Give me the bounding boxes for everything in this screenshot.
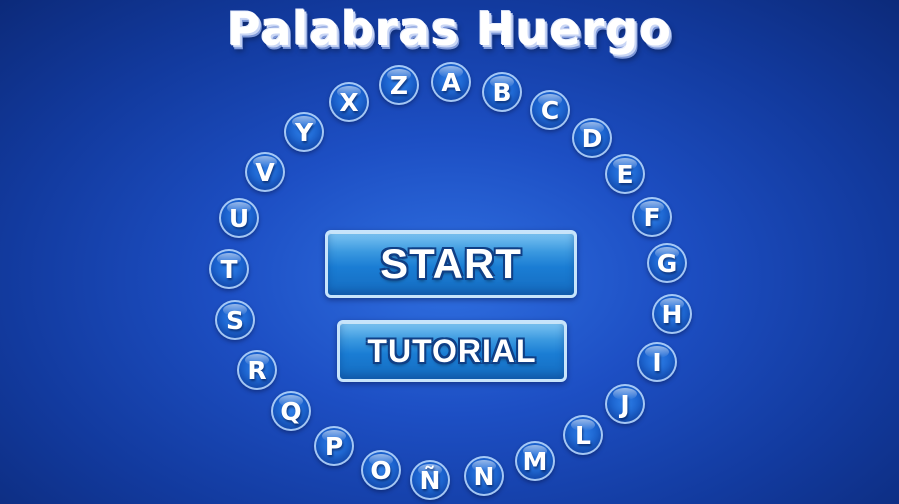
letter-label: P [324, 431, 344, 461]
tutorial-button-label: TUTORIAL [367, 332, 537, 369]
letter-label: N [473, 461, 495, 491]
letter-label: Q [280, 396, 302, 426]
start-button-label: START [380, 240, 522, 287]
letter-bubble-u[interactable]: U [219, 198, 259, 238]
letter-label: L [575, 420, 591, 450]
letter-bubble-a[interactable]: A [431, 62, 471, 102]
tutorial-button[interactable]: TUTORIAL [337, 320, 567, 382]
letter-bubble-r[interactable]: R [237, 350, 277, 390]
letter-label: Ñ [419, 465, 441, 495]
letter-bubble-j[interactable]: J [605, 384, 645, 424]
letter-label: M [522, 446, 548, 476]
letter-label: G [656, 248, 678, 278]
letter-bubble-y[interactable]: Y [284, 112, 324, 152]
letter-label: D [581, 123, 603, 153]
letter-bubble-t[interactable]: T [209, 249, 249, 289]
letter-label: C [540, 95, 560, 125]
letter-bubble-q[interactable]: Q [271, 391, 311, 431]
letter-bubble-s[interactable]: S [215, 300, 255, 340]
letter-label: U [228, 203, 250, 233]
letter-bubble-c[interactable]: C [530, 90, 570, 130]
letter-label: X [339, 87, 359, 117]
letter-bubble-v[interactable]: V [245, 152, 285, 192]
letter-bubble-l[interactable]: L [563, 415, 603, 455]
letter-bubble-g[interactable]: G [647, 243, 687, 283]
letter-label: O [370, 455, 392, 485]
letter-bubble-f[interactable]: F [632, 197, 672, 237]
letter-label: H [661, 299, 683, 329]
letter-label: S [225, 305, 244, 335]
letter-bubble-i[interactable]: I [637, 342, 677, 382]
letter-bubble-m[interactable]: M [515, 441, 555, 481]
letter-label: I [652, 347, 662, 377]
letter-bubble-h[interactable]: H [652, 294, 692, 334]
start-button[interactable]: START [325, 230, 577, 298]
letter-bubble-p[interactable]: P [314, 426, 354, 466]
letter-label: T [220, 254, 238, 284]
letter-label: Z [389, 70, 409, 100]
letter-bubble-e[interactable]: E [605, 154, 645, 194]
letter-label: V [255, 157, 275, 187]
letter-bubble-o[interactable]: O [361, 450, 401, 490]
letter-bubble-n[interactable]: N [464, 456, 504, 496]
letter-label: B [492, 77, 512, 107]
letter-label: Y [294, 117, 314, 147]
letter-label: R [247, 355, 267, 385]
letter-bubble-d[interactable]: D [572, 118, 612, 158]
letter-label: F [643, 202, 661, 232]
letter-label: J [620, 389, 630, 419]
letter-bubble-b[interactable]: B [482, 72, 522, 112]
letter-bubble-enye[interactable]: Ñ [410, 460, 450, 500]
letter-bubble-x[interactable]: X [329, 82, 369, 122]
letter-label: A [441, 67, 461, 97]
letter-bubble-z[interactable]: Z [379, 65, 419, 105]
letter-label: E [616, 159, 634, 189]
